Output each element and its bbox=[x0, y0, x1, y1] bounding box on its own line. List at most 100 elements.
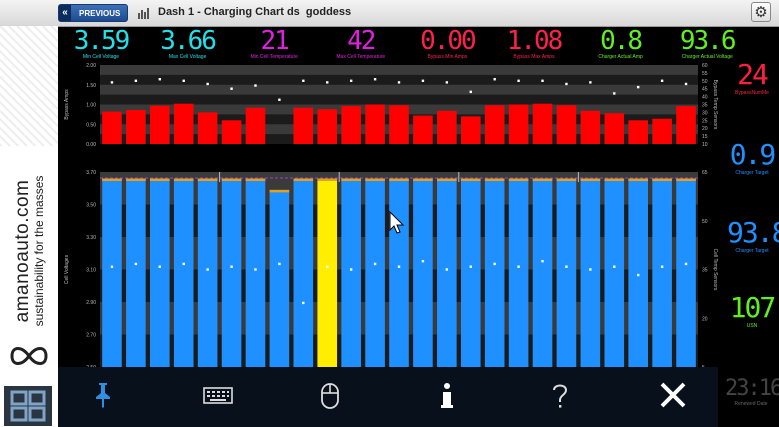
y-tick-label: 1.50 bbox=[86, 83, 96, 89]
y2-axis-label: Bypass Temp Sensors bbox=[712, 80, 718, 130]
bar-cap bbox=[126, 178, 146, 181]
settings-button[interactable]: ⚙ bbox=[751, 2, 771, 22]
readout-value: 21 bbox=[260, 26, 290, 56]
data-bar bbox=[173, 178, 194, 367]
data-bar bbox=[197, 112, 218, 144]
temp-marker bbox=[517, 79, 520, 82]
temp-marker bbox=[134, 262, 138, 266]
y-tick-label: 1.00 bbox=[86, 103, 96, 109]
close-icon bbox=[660, 382, 686, 408]
data-bar bbox=[317, 109, 338, 144]
info-button[interactable] bbox=[432, 381, 462, 413]
bar-cap bbox=[652, 178, 672, 181]
temp-marker bbox=[684, 82, 688, 86]
mouse-button[interactable] bbox=[315, 381, 345, 413]
y2-tick-label: 40 bbox=[702, 95, 708, 101]
side-readout: 107 USN bbox=[727, 293, 777, 330]
temp-marker bbox=[278, 98, 281, 101]
temp-marker bbox=[158, 78, 161, 81]
readout: 93.6 Charger Actual Voltage bbox=[668, 28, 746, 60]
mouse-cursor-icon bbox=[389, 211, 405, 234]
y2-tick-label: 25 bbox=[702, 118, 708, 124]
data-bar bbox=[365, 104, 385, 144]
readout-value: 42 bbox=[347, 26, 376, 56]
infinity-logo-icon bbox=[10, 347, 48, 365]
pin-icon bbox=[96, 383, 110, 408]
bar-cap bbox=[676, 178, 696, 181]
bar-cap bbox=[460, 178, 481, 181]
temp-marker bbox=[254, 268, 257, 271]
temp-marker bbox=[349, 79, 353, 82]
bar-cap bbox=[317, 178, 338, 181]
data-bar bbox=[413, 115, 433, 144]
temp-marker bbox=[684, 262, 688, 266]
data-bar bbox=[389, 178, 409, 367]
bar-cap bbox=[508, 178, 529, 181]
side-readout: 93.8Charger Target bbox=[727, 216, 779, 255]
y-tick-label: 2.70 bbox=[86, 333, 96, 339]
bar-cap bbox=[437, 178, 457, 181]
y-tick-label: 3.10 bbox=[86, 268, 96, 274]
y-tick-label: 3.70 bbox=[86, 170, 96, 176]
data-bar bbox=[652, 118, 672, 144]
bar-chart-icon bbox=[138, 8, 149, 19]
data-bar bbox=[293, 178, 314, 367]
y2-tick-label: 10 bbox=[702, 142, 708, 148]
bar-cap bbox=[484, 178, 505, 181]
temp-marker bbox=[493, 78, 496, 81]
bar-cap bbox=[580, 178, 601, 181]
temp-marker bbox=[182, 262, 185, 266]
data-bar bbox=[102, 111, 122, 144]
data-bar bbox=[604, 178, 625, 367]
data-bar bbox=[221, 178, 242, 367]
data-bar bbox=[102, 178, 122, 367]
readout: 3.59 Min Cell Voltage bbox=[62, 28, 140, 60]
temp-marker bbox=[565, 265, 568, 268]
readout: 1.08 Bypass Max Amps bbox=[495, 28, 573, 60]
temp-marker bbox=[493, 262, 496, 266]
bar-cap bbox=[173, 178, 194, 181]
temp-marker bbox=[445, 81, 449, 84]
readout-value: 0.8 bbox=[600, 26, 643, 56]
temp-marker bbox=[302, 79, 305, 82]
keyboard-button[interactable] bbox=[203, 381, 233, 413]
readout: 42 Max Cell Temperature bbox=[322, 28, 400, 60]
y-tick-label: 2.90 bbox=[86, 300, 96, 306]
temp-marker bbox=[302, 301, 305, 305]
temp-marker bbox=[541, 259, 544, 263]
readout-value: 0.00 bbox=[420, 26, 477, 56]
data-bar bbox=[149, 178, 170, 367]
temp-marker bbox=[660, 79, 664, 82]
data-bar bbox=[126, 178, 146, 367]
y2-tick-label: 50 bbox=[702, 79, 708, 85]
data-bar bbox=[197, 178, 218, 367]
bar-cap bbox=[365, 178, 385, 181]
data-bar bbox=[508, 178, 529, 367]
side-readout-value: 93.8 bbox=[727, 216, 779, 249]
data-bar bbox=[484, 105, 505, 144]
keyboard-icon bbox=[203, 387, 233, 404]
bar-cap bbox=[245, 178, 266, 181]
bar-cap bbox=[149, 178, 170, 181]
temp-marker bbox=[565, 82, 568, 86]
y2-tick-label: 50 bbox=[702, 219, 708, 225]
close-button[interactable] bbox=[658, 381, 688, 413]
temp-marker bbox=[637, 85, 640, 89]
temp-marker bbox=[230, 87, 233, 90]
pin-button[interactable] bbox=[88, 381, 118, 413]
help-button[interactable] bbox=[545, 381, 575, 413]
readout: 0.00 Bypass Min Amps bbox=[408, 28, 486, 60]
question-icon bbox=[553, 384, 568, 408]
brand-name: amanoauto.com bbox=[12, 179, 33, 323]
data-bar bbox=[532, 178, 553, 367]
previous-button[interactable]: « PREVIOUS bbox=[58, 4, 128, 22]
temp-marker bbox=[660, 265, 664, 268]
readout: 21 Min Cell Temperature bbox=[235, 28, 313, 60]
data-bar bbox=[532, 103, 553, 144]
data-bar bbox=[269, 189, 290, 367]
data-bar bbox=[580, 178, 601, 367]
data-bar bbox=[245, 107, 266, 144]
temp-marker bbox=[278, 262, 281, 266]
bypass-amps-chart: 2.00 1.50 1.00 0.50 0.00 60 55 50 45 40 3530 25 20 15… bbox=[64, 63, 718, 148]
data-bar bbox=[437, 178, 457, 367]
